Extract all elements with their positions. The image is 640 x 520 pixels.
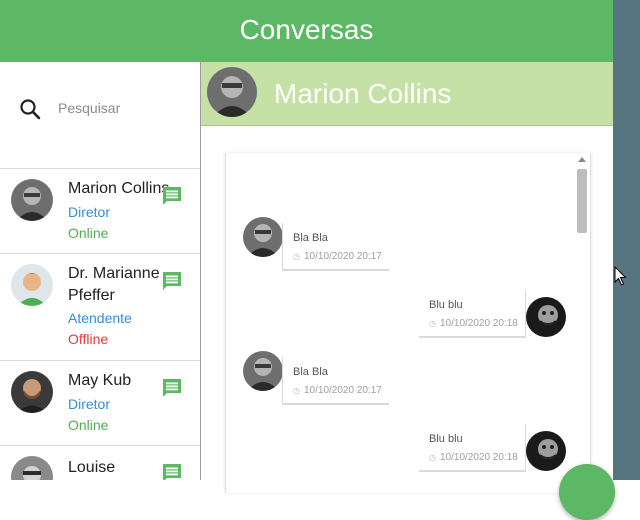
chat-contact-name: Marion Collins [274, 78, 452, 109]
search-icon[interactable] [18, 97, 42, 121]
message-bubble: Bla Bla ◷ 10/10/2020 20:17 [282, 223, 389, 271]
message-bubble: Blu blu ◷ 10/10/2020 20:18 [419, 424, 526, 472]
mouse-cursor-icon [614, 266, 627, 286]
clock-icon: ◷ [293, 386, 300, 395]
contact-item-louise[interactable]: Louise [0, 446, 200, 480]
scrollbar-thumb[interactable] [577, 169, 587, 233]
app-title: Conversas [239, 14, 374, 45]
message-text: Bla Bla [293, 366, 328, 378]
contact-role: Diretor [68, 396, 111, 412]
app-header: Conversas [0, 0, 613, 62]
contact-status: Online [68, 417, 109, 433]
scrollbar[interactable] [575, 157, 589, 481]
search-input[interactable] [58, 98, 188, 118]
chat-header: Marion Collins [201, 62, 613, 126]
contact-name: May Kub [68, 372, 132, 389]
chat-bubble-icon[interactable] [161, 271, 183, 291]
message-bubble: Bla Bla ◷ 10/10/2020 20:17 [282, 357, 389, 405]
window-edge [613, 0, 640, 480]
message-time: ◷ 10/10/2020 20:17 [293, 251, 382, 262]
message-time: ◷ 10/10/2020 20:17 [293, 385, 382, 396]
message-text: Bla Bla [293, 232, 328, 244]
message-time: ◷ 10/10/2020 20:18 [429, 452, 518, 463]
avatar [11, 371, 53, 413]
avatar [243, 351, 283, 391]
search-bar [0, 62, 200, 169]
message-text: Blu blu [429, 433, 463, 445]
avatar [11, 264, 53, 306]
contact-name: Marion Collins [68, 180, 170, 197]
avatar [207, 67, 257, 117]
contact-item-may-kub[interactable]: May Kub Diretor Online [0, 361, 200, 446]
contact-status: Online [68, 225, 109, 241]
clock-icon: ◷ [429, 453, 436, 462]
message-list[interactable]: Bla Bla ◷ 10/10/2020 20:17 Blu blu ◷ 10/10… [225, 153, 591, 493]
contact-status: Offline [68, 331, 109, 347]
avatar [526, 297, 566, 337]
chat-bubble-icon[interactable] [161, 186, 183, 206]
chat-area: Bla Bla ◷ 10/10/2020 20:17 Blu blu ◷ 10/10… [201, 126, 613, 493]
chat-bubble-icon[interactable] [161, 463, 183, 480]
message-bubble: Blu blu ◷ 10/10/2020 20:18 [419, 290, 526, 338]
new-message-button[interactable] [559, 464, 615, 520]
contact-role: Diretor [68, 204, 111, 220]
message-text: Blu blu [429, 299, 463, 311]
contact-item-marion-collins[interactable]: Marion Collins Diretor Online [0, 169, 200, 254]
contact-role: Atendente [68, 310, 132, 326]
scroll-up-arrow-icon[interactable] [578, 157, 586, 162]
avatar [11, 456, 53, 480]
avatar [11, 179, 53, 221]
message-time: ◷ 10/10/2020 20:18 [429, 318, 518, 329]
clock-icon: ◷ [293, 252, 300, 261]
contact-item-marianne-pfeffer[interactable]: Dr. Marianne Pfeffer Atendente Offline [0, 254, 200, 361]
clock-icon: ◷ [429, 319, 436, 328]
avatar [243, 217, 283, 257]
avatar [526, 431, 566, 471]
chat-bubble-icon[interactable] [161, 378, 183, 398]
contact-name: Louise [68, 459, 116, 476]
contacts-sidebar: Marion Collins Diretor Online Dr. Marian… [0, 62, 201, 480]
